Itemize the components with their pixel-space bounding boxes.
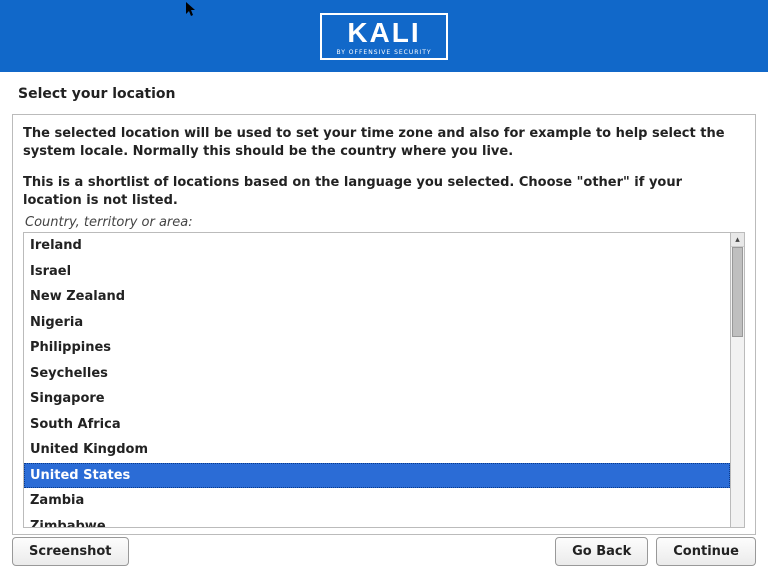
scroll-thumb[interactable] bbox=[732, 247, 743, 337]
button-bar: Screenshot Go Back Continue bbox=[0, 537, 768, 566]
location-list-scroll[interactable]: IrelandIsraelNew ZealandNigeriaPhilippin… bbox=[24, 233, 730, 527]
location-item[interactable]: Zambia bbox=[24, 488, 730, 514]
location-item[interactable]: Israel bbox=[24, 259, 730, 285]
kali-logo: KALI BY OFFENSIVE SECURITY bbox=[320, 13, 447, 60]
location-item[interactable]: Ireland bbox=[24, 233, 730, 259]
content-panel: The selected location will be used to se… bbox=[12, 114, 756, 535]
logo-text: KALI bbox=[347, 19, 420, 47]
location-item[interactable]: South Africa bbox=[24, 412, 730, 438]
location-item[interactable]: Philippines bbox=[24, 335, 730, 361]
location-item[interactable]: New Zealand bbox=[24, 284, 730, 310]
list-label: Country, territory or area: bbox=[25, 215, 745, 230]
continue-button[interactable]: Continue bbox=[656, 537, 756, 566]
location-item[interactable]: United Kingdom bbox=[24, 437, 730, 463]
header-banner: KALI BY OFFENSIVE SECURITY bbox=[0, 0, 768, 72]
screenshot-button[interactable]: Screenshot bbox=[12, 537, 129, 566]
page-title: Select your location bbox=[0, 72, 768, 110]
description-2: This is a shortlist of locations based o… bbox=[23, 174, 745, 209]
scrollbar[interactable]: ▴ bbox=[730, 233, 744, 527]
location-listbox: IrelandIsraelNew ZealandNigeriaPhilippin… bbox=[23, 232, 745, 528]
logo-tagline: BY OFFENSIVE SECURITY bbox=[336, 49, 431, 56]
go-back-button[interactable]: Go Back bbox=[555, 537, 648, 566]
mouse-cursor-icon bbox=[186, 2, 198, 18]
location-item[interactable]: United States bbox=[24, 463, 730, 489]
scroll-up-button[interactable]: ▴ bbox=[731, 233, 744, 247]
location-item[interactable]: Seychelles bbox=[24, 361, 730, 387]
location-item[interactable]: Singapore bbox=[24, 386, 730, 412]
description-1: The selected location will be used to se… bbox=[23, 125, 745, 160]
location-item[interactable]: Nigeria bbox=[24, 310, 730, 336]
location-item[interactable]: Zimbabwe bbox=[24, 514, 730, 528]
